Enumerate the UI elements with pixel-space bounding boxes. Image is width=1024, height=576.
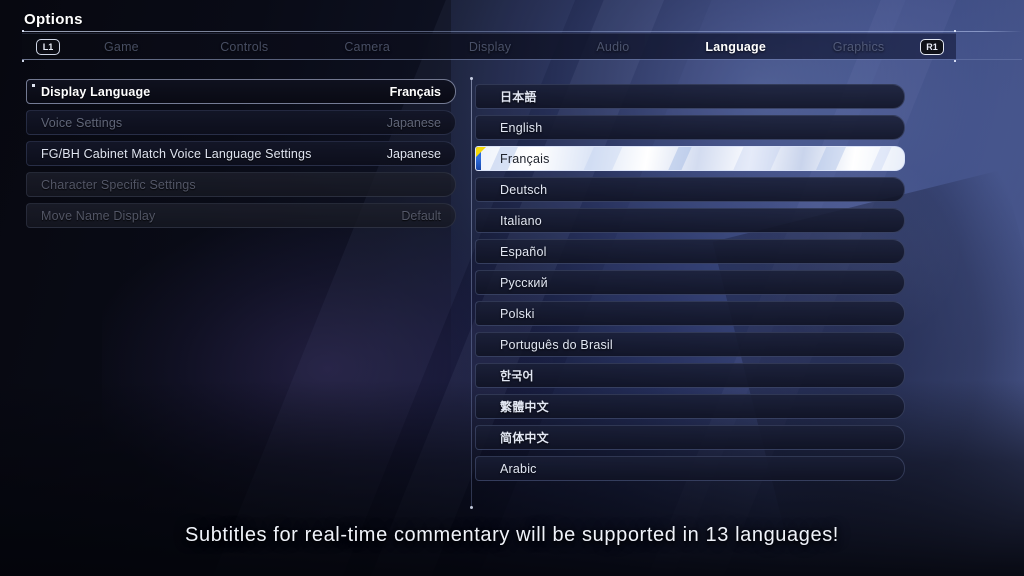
language-option[interactable]: Arabic (475, 456, 905, 481)
header-tick (22, 60, 24, 62)
tab-camera[interactable]: Camera (306, 40, 429, 54)
language-option-label: Polski (500, 306, 535, 321)
setting-value: Default (401, 208, 441, 223)
language-option[interactable]: 한국어 (475, 363, 905, 388)
panel-divider-endpoint (470, 77, 473, 80)
setting-label: Character Specific Settings (41, 177, 196, 192)
tab-graphics[interactable]: Graphics (797, 40, 920, 54)
language-option-label: Français (500, 151, 550, 166)
tab-game[interactable]: Game (60, 40, 183, 54)
language-option-label: Русский (500, 275, 548, 290)
setting-label: Move Name Display (41, 208, 156, 223)
setting-row[interactable]: Voice Settings Japanese (26, 110, 456, 135)
setting-value: Japanese (386, 146, 441, 161)
tab-audio[interactable]: Audio (551, 40, 674, 54)
language-option[interactable]: 日本語 (475, 84, 905, 109)
language-option-label: Arabic (500, 461, 537, 476)
tab-language[interactable]: Language (674, 40, 797, 54)
language-option-label: 繁體中文 (500, 400, 549, 414)
footer-description: Subtitles for real-time commentary will … (185, 524, 839, 546)
cursor-marker-icon (32, 84, 35, 87)
language-option[interactable]: Deutsch (475, 177, 905, 202)
setting-label: FG/BH Cabinet Match Voice Language Setti… (41, 146, 312, 161)
setting-row[interactable]: Display Language Français (26, 79, 456, 104)
options-header: Options L1 Game Controls Camera Display Audi… (0, 0, 1024, 62)
r1-bumper-icon[interactable]: R1 (920, 38, 945, 55)
language-option[interactable]: 简体中文 (475, 425, 905, 450)
page-title: Options (24, 11, 83, 28)
setting-value: Japanese (386, 115, 441, 130)
tab-controls[interactable]: Controls (183, 40, 306, 54)
language-option-label: English (500, 120, 543, 135)
tab-display[interactable]: Display (429, 40, 552, 54)
setting-value: Français (389, 84, 441, 99)
language-options-list: 日本語 English Français Deutsch Italiano Español… (475, 84, 905, 487)
language-option-label: 한국어 (500, 369, 534, 383)
language-option-label: Español (500, 244, 547, 259)
language-option[interactable]: 繁體中文 (475, 394, 905, 419)
language-option[interactable]: Español (475, 239, 905, 264)
l1-bumper-icon[interactable]: L1 (36, 38, 60, 55)
tab-bar-divider (22, 59, 1022, 60)
language-option[interactable]: Polski (475, 301, 905, 326)
language-option-label: 日本語 (500, 90, 537, 104)
language-option[interactable]: Русский (475, 270, 905, 295)
language-option[interactable]: Português do Brasil (475, 332, 905, 357)
selection-corner-marker-icon (476, 147, 486, 157)
language-option[interactable]: Français (475, 146, 905, 171)
language-option-label: Português do Brasil (500, 337, 613, 352)
language-option-label: Italiano (500, 213, 542, 228)
language-option-label: 简体中文 (500, 431, 549, 445)
tab-bar: L1 Game Controls Camera Display Audio Languag… (22, 33, 956, 59)
setting-label: Display Language (41, 84, 151, 99)
setting-row: Move Name Display Default (26, 203, 456, 228)
panel-divider-endpoint (470, 506, 473, 509)
header-tick (954, 30, 956, 32)
language-option-label: Deutsch (500, 182, 548, 197)
panel-divider (471, 79, 472, 507)
setting-row[interactable]: FG/BH Cabinet Match Voice Language Setti… (26, 141, 456, 166)
setting-row: Character Specific Settings (26, 172, 456, 197)
language-option[interactable]: Italiano (475, 208, 905, 233)
header-tick (22, 30, 24, 32)
settings-list: Display Language Français Voice Settings Ja… (26, 79, 456, 234)
header-tick (954, 60, 956, 62)
language-option[interactable]: English (475, 115, 905, 140)
title-divider (22, 31, 1022, 32)
setting-label: Voice Settings (41, 115, 123, 130)
